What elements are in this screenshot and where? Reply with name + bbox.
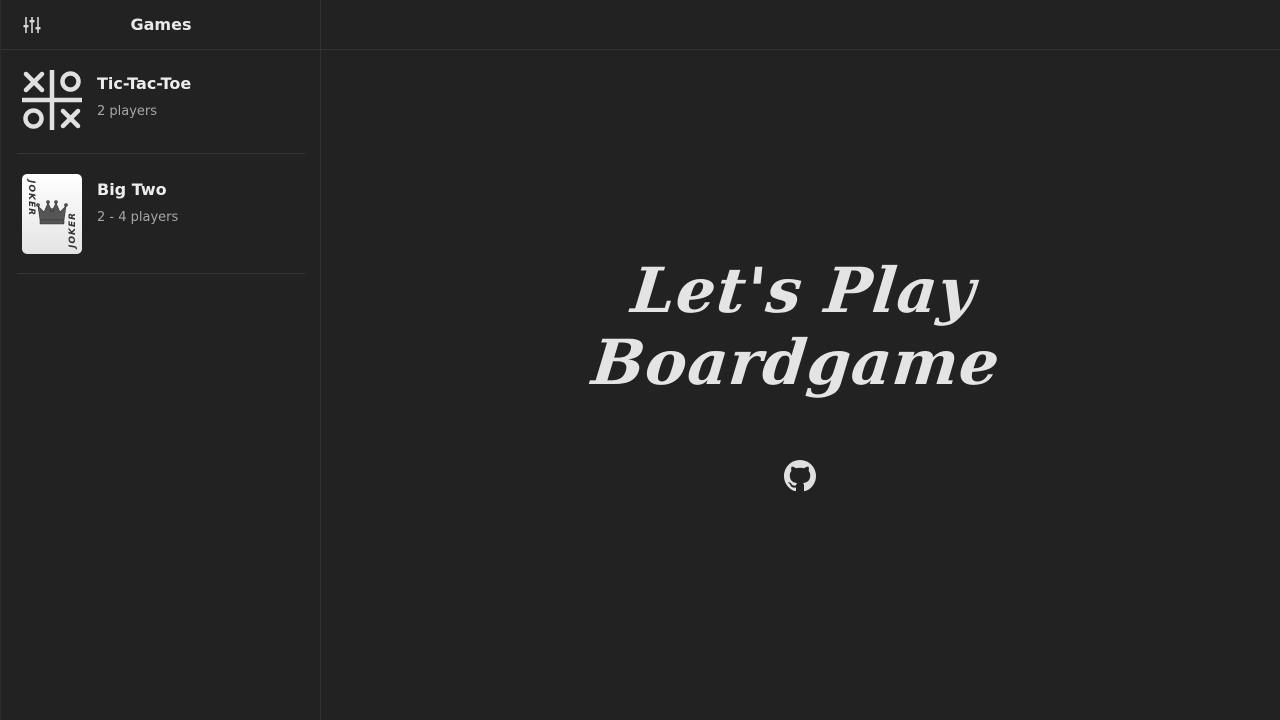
game-name: Tic-Tac-Toe (97, 74, 192, 93)
game-players: 2 players (97, 104, 158, 119)
svg-text:JOKER: JOKER (68, 212, 78, 250)
sliders-icon[interactable] (21, 15, 43, 35)
sidebar-header: Games (1, 0, 321, 50)
hero-title-line-2: Boardgame (588, 326, 1004, 399)
game-item-big-two[interactable]: JOKER JOKER Big Two 2 - 4 players (17, 154, 305, 274)
github-icon[interactable] (784, 460, 816, 492)
hero-title-line-1: Let's Play (628, 254, 980, 327)
main-header (321, 0, 1280, 50)
svg-text:JOKER: JOKER (26, 178, 36, 216)
game-item-tic-tac-toe[interactable]: Tic-Tac-Toe 2 players (17, 50, 305, 154)
game-name: Big Two (97, 180, 167, 199)
sidebar: Games Tic-Tac-Toe 2 players JOKER JOKER … (0, 0, 321, 720)
joker-card-icon: JOKER JOKER (22, 174, 82, 254)
app-window: Games Tic-Tac-Toe 2 players JOKER JOKER … (0, 0, 1280, 720)
tic-tac-toe-icon (19, 67, 85, 133)
sidebar-title: Games (130, 15, 192, 34)
game-players: 2 - 4 players (97, 210, 179, 225)
hero-title: Let's Play Boardgame (552, 254, 1047, 399)
